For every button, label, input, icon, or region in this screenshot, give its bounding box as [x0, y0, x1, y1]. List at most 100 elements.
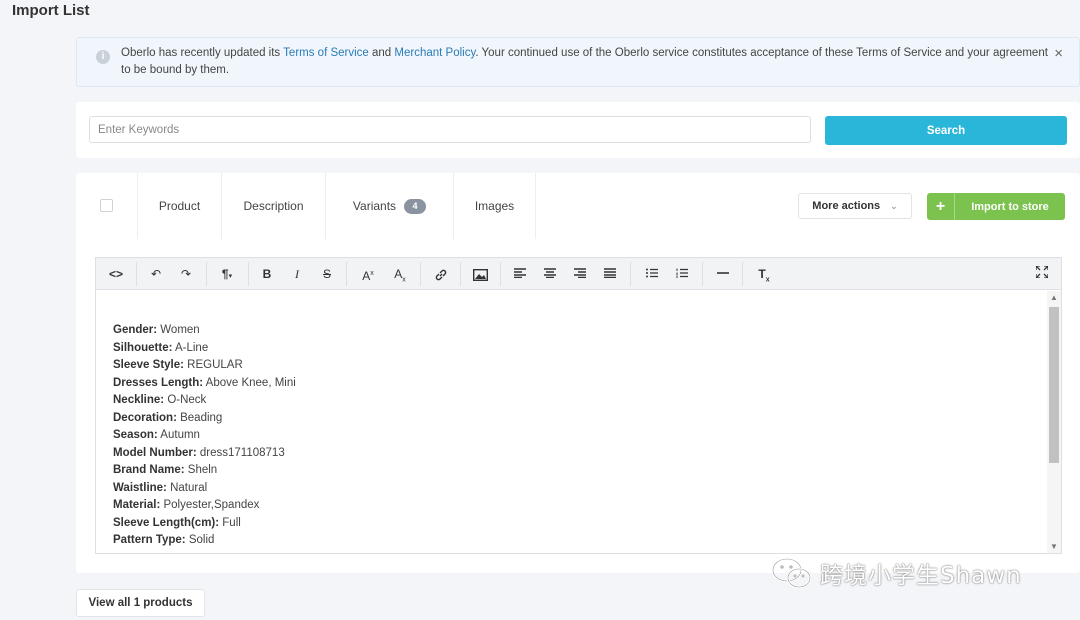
horizontal-line-icon[interactable]: [712, 265, 734, 283]
watermark-text: 跨境小学生Shawn: [820, 563, 1022, 589]
toolbar-divider: [346, 262, 347, 286]
notice-text: Oberlo has recently updated its Terms of…: [121, 45, 1051, 79]
editor-toolbar: <> ↶ ↷ ¶▾ B I S Ax Ax Tx: [96, 258, 1061, 290]
select-product-checkbox[interactable]: [100, 199, 113, 212]
spec-row: Model Number: dress171108713: [113, 445, 1029, 463]
image-icon[interactable]: [470, 265, 490, 283]
description-content[interactable]: Gender: Women Silhouette: A-Line Sleeve …: [96, 291, 1046, 553]
code-view-icon[interactable]: <>: [106, 265, 126, 283]
import-to-store-button[interactable]: + Import to store: [927, 193, 1065, 220]
spec-value: Beading: [176, 411, 223, 424]
terms-notice: i Oberlo has recently updated its Terms …: [76, 37, 1080, 87]
tab-label: Images: [474, 199, 515, 213]
toolbar-divider: [460, 262, 461, 286]
terms-of-service-link[interactable]: Terms of Service: [283, 47, 369, 59]
spec-label: Sleeve Style:: [113, 359, 184, 371]
spec-value: Sheln: [184, 464, 218, 476]
clear-format-icon[interactable]: Tx: [754, 265, 774, 283]
spec-row: Sleeve Length(cm): Full: [113, 515, 1029, 533]
spec-value: O-Neck: [164, 394, 207, 406]
spec-label: Decoration:: [113, 411, 177, 424]
link-icon[interactable]: [430, 265, 452, 283]
spec-value: A-Line: [172, 341, 209, 354]
bullet-list-icon[interactable]: [642, 265, 662, 283]
tab-images[interactable]: Images: [454, 173, 536, 239]
variants-count-badge: 4: [404, 198, 427, 214]
scroll-down-icon[interactable]: ▼: [1050, 542, 1058, 551]
toolbar-divider: [420, 262, 421, 286]
scroll-up-icon[interactable]: ▲: [1050, 293, 1058, 302]
toolbar-divider: [702, 262, 703, 286]
spec-label: Gender:: [113, 324, 158, 336]
search-button[interactable]: Search: [825, 116, 1067, 145]
watermark: 跨境小学生Shawn: [770, 555, 1022, 591]
spec-row: Waistline: Natural: [113, 480, 1029, 498]
spec-row: Season: Autumn: [113, 427, 1029, 445]
tab-label: Product: [158, 199, 201, 213]
search-input[interactable]: [89, 116, 811, 143]
scrollbar-thumb[interactable]: [1049, 307, 1059, 463]
merchant-policy-link[interactable]: Merchant Policy: [394, 47, 475, 59]
toolbar-divider: [136, 262, 137, 286]
spec-row: Silhouette: A-Line: [113, 340, 1029, 358]
numbered-list-icon[interactable]: [672, 265, 692, 283]
align-justify-icon[interactable]: [600, 265, 620, 283]
subscript-icon[interactable]: Ax: [390, 265, 410, 283]
spec-row: Gender: Women: [113, 322, 1029, 340]
spec-value: Autumn: [157, 429, 200, 441]
spec-label: Dresses Length:: [113, 376, 204, 389]
spec-value: Polyester,Spandex: [160, 499, 260, 511]
product-tabs: Product Description Variants 4 Images: [76, 173, 536, 239]
spec-value: dress171108713: [196, 446, 285, 459]
fullscreen-icon[interactable]: [1032, 265, 1052, 283]
italic-icon[interactable]: I: [288, 265, 306, 283]
chevron-down-icon: ⌄: [890, 200, 898, 211]
tab-product[interactable]: Product: [138, 173, 222, 239]
select-cell: [76, 173, 138, 239]
product-card: Product Description Variants 4 Images Mor…: [76, 173, 1080, 573]
align-right-icon[interactable]: [570, 265, 590, 283]
spec-value: Full: [219, 516, 241, 529]
bold-icon[interactable]: B: [258, 265, 276, 283]
notice-text-mid: and: [368, 47, 395, 59]
close-icon[interactable]: ×: [1054, 45, 1063, 62]
plus-icon: +: [927, 193, 955, 220]
spec-row: Brand Name: Sheln: [113, 462, 1029, 480]
tab-label: Description: [243, 199, 304, 213]
spec-label: Neckline:: [113, 394, 165, 406]
editor-scrollbar[interactable]: ▲ ▼: [1047, 291, 1061, 553]
spec-value: Above Knee, Mini: [203, 376, 296, 389]
toolbar-divider: [206, 262, 207, 286]
spec-label: Pattern Type:: [113, 534, 186, 546]
align-left-icon[interactable]: [510, 265, 530, 283]
import-label: Import to store: [971, 200, 1049, 213]
spec-row: Material: Polyester,Spandex: [113, 497, 1029, 515]
tab-label: Variants: [352, 199, 397, 213]
spec-label: Model Number:: [113, 446, 197, 459]
spec-label: Sleeve Length(cm):: [113, 516, 220, 529]
more-actions-dropdown[interactable]: More actions ⌄: [798, 193, 912, 219]
view-all-products-button[interactable]: View all 1 products: [76, 589, 205, 617]
tab-variants[interactable]: Variants 4: [326, 173, 454, 239]
more-actions-label: More actions: [812, 200, 881, 212]
notice-text-before: Oberlo has recently updated its: [121, 47, 284, 59]
spec-label: Waistline:: [113, 481, 167, 494]
spec-value: Natural: [166, 481, 208, 494]
redo-icon[interactable]: ↷: [176, 265, 196, 283]
spec-value: Solid: [185, 534, 215, 546]
tab-description[interactable]: Description: [222, 173, 326, 239]
strikethrough-icon[interactable]: S: [318, 265, 336, 283]
superscript-icon[interactable]: Ax: [358, 265, 378, 283]
spec-label: Silhouette:: [113, 341, 173, 354]
wechat-icon: [771, 557, 812, 589]
undo-icon[interactable]: ↶: [146, 265, 166, 283]
paragraph-format-icon[interactable]: ¶▾: [216, 265, 238, 283]
spec-row: Sleeve Style: REGULAR: [113, 357, 1029, 375]
info-icon: i: [96, 50, 110, 64]
toolbar-divider: [742, 262, 743, 286]
align-center-icon[interactable]: [540, 265, 560, 283]
toolbar-divider: [248, 262, 249, 286]
spec-row: Dresses Length: Above Knee, Mini: [113, 375, 1029, 393]
search-card: Search: [76, 102, 1080, 158]
spec-value: REGULAR: [183, 359, 243, 371]
